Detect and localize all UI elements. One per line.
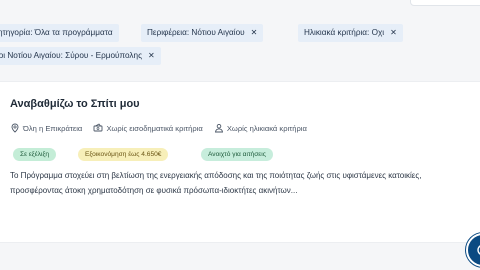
meta-region: Όλη η Επικράτεια <box>10 123 82 133</box>
meta-income-text: Χωρίς εισοδηματικά κριτήρια <box>106 123 203 133</box>
filter-chip-municipality[interactable]: μοι Νοτίου Αιγαίου: Σύρου - Ερμούπολης ✕ <box>0 47 161 65</box>
filter-chip-label: Ηλικιακά κριτήρια: Οχι <box>304 28 385 37</box>
chat-icon <box>477 245 480 255</box>
filter-chip-region[interactable]: Περιφέρεια: Νότιου Αιγαίου ✕ <box>141 24 264 42</box>
close-icon[interactable]: ✕ <box>148 51 155 60</box>
status-badge: Σε εξέλιξη <box>13 148 57 161</box>
close-icon[interactable]: ✕ <box>390 28 397 37</box>
person-icon <box>214 123 223 133</box>
filter-chip-age[interactable]: Ηλικιακά κριτήρια: Οχι ✕ <box>298 24 403 42</box>
program-title[interactable]: Αναβαθμίζω το Σπίτι μου <box>10 98 140 110</box>
filter-bar: ητηγορία: Όλα τα προγράμματα Περιφέρεια:… <box>0 0 480 80</box>
meta-age-text: Χωρίς ηλικιακά κριτήρια <box>226 123 307 133</box>
location-pin-icon <box>11 123 19 133</box>
filter-chip-label: Περιφέρεια: Νότιου Αιγαίου <box>147 28 245 37</box>
filter-chip-category[interactable]: ητηγορία: Όλα τα προγράμματα <box>0 24 119 42</box>
program-card[interactable]: Αναβαθμίζω το Σπίτι μου Όλη η Επικράτεια… <box>0 81 480 243</box>
meta-income: Χωρίς εισοδηματικά κριτήρια <box>93 123 203 133</box>
money-icon <box>93 123 103 132</box>
meta-region-text: Όλη η Επικράτεια <box>23 123 83 133</box>
savings-badge: Εξοικονόμηση έως 4.650€ <box>78 148 169 161</box>
program-description: Το Πρόγραμμα στοχεύει στη βελτίωση της ε… <box>10 171 422 195</box>
open-applications-badge: Ανοιχτό για αιτήσεις <box>201 148 273 161</box>
search-input[interactable] <box>410 0 480 6</box>
program-meta: Όλη η Επικράτεια Χωρίς εισοδηματικά κριτ… <box>10 123 316 135</box>
filter-chip-label: μοι Νοτίου Αιγαίου: Σύρου - Ερμούπολης <box>0 51 143 60</box>
meta-age: Χωρίς ηλικιακά κριτήρια <box>214 123 307 133</box>
close-icon[interactable]: ✕ <box>251 28 258 37</box>
filter-chip-label: ητηγορία: Όλα τα προγράμματα <box>0 28 113 37</box>
